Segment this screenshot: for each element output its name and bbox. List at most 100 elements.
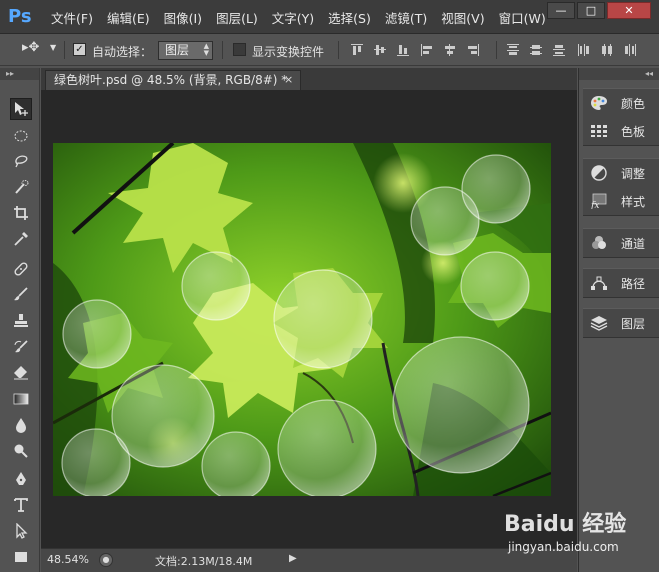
move-tool-icon: ▸✥ (22, 40, 40, 55)
show-transform-checkbox[interactable] (233, 43, 246, 56)
zoom-field[interactable]: 48.54% (47, 553, 89, 566)
show-transform-label: 显示变换控件 (252, 45, 325, 59)
menu-layer[interactable]: 图层(L) (209, 8, 265, 27)
healing-brush-tool-icon[interactable] (10, 258, 32, 280)
channels-icon (589, 233, 609, 253)
panel-styles[interactable]: fx 样式 (583, 187, 659, 215)
panel-label: 颜色 (621, 96, 646, 111)
blur-tool-icon[interactable] (10, 414, 32, 436)
panel-group-channels: 通道 (583, 228, 659, 258)
options-bar: ▸✥ ▼ ✓ 自动选择： 图层 ▲ ▼ 显示变换控件 (0, 34, 659, 66)
align-bottom-icon[interactable] (396, 43, 410, 57)
panel-label: 样式 (621, 194, 646, 209)
close-icon[interactable]: × (284, 71, 293, 89)
distribute-vertical-center-icon[interactable] (529, 43, 543, 57)
eraser-tool-icon[interactable] (10, 362, 32, 384)
crop-tool-icon[interactable] (10, 202, 32, 224)
panel-label: 通道 (621, 236, 646, 251)
green-leaves-photo (53, 143, 551, 496)
panel-group-paths: 路径 (583, 268, 659, 298)
menu-items: 文件(F) 编辑(E) 图像(I) 图层(L) 文字(Y) 选择(S) 滤镜(T… (44, 0, 553, 34)
move-tool-icon[interactable] (10, 98, 32, 120)
menu-file[interactable]: 文件(F) (44, 8, 100, 27)
color-palette-icon (589, 93, 609, 113)
close-window-button[interactable]: ✕ (607, 2, 651, 19)
distribute-bottom-icon[interactable] (552, 43, 566, 57)
maximize-button[interactable]: □ (577, 2, 605, 19)
distribute-left-icon[interactable] (577, 43, 591, 57)
panel-layers[interactable]: 图层 (583, 309, 659, 337)
dodge-tool-icon[interactable] (10, 440, 32, 462)
eyedropper-tool-icon[interactable] (10, 228, 32, 250)
marquee-tool-icon[interactable] (10, 125, 32, 147)
panel-label: 色板 (621, 124, 646, 139)
menu-select[interactable]: 选择(S) (321, 8, 378, 27)
svg-text:fx: fx (590, 201, 599, 209)
panel-channels[interactable]: 通道 (583, 229, 659, 257)
history-brush-tool-icon[interactable] (10, 336, 32, 358)
menu-edit[interactable]: 编辑(E) (100, 8, 157, 27)
divider (222, 41, 223, 59)
photoshop-logo: Ps (8, 6, 32, 27)
swatches-icon (589, 121, 609, 141)
auto-select-checkbox[interactable]: ✓ (73, 43, 86, 56)
distribute-horizontal-center-icon[interactable] (600, 43, 614, 57)
distribute-right-icon[interactable] (623, 43, 637, 57)
menu-window[interactable]: 窗口(W) (492, 8, 553, 27)
chevron-down-icon: ▼ (50, 43, 57, 52)
distribute-top-icon[interactable] (506, 43, 520, 57)
menu-bar: Ps 文件(F) 编辑(E) 图像(I) 图层(L) 文字(Y) 选择(S) 滤… (0, 0, 659, 34)
status-info-icon[interactable]: ● (99, 553, 113, 567)
rectangle-tool-icon[interactable] (10, 546, 32, 568)
align-vertical-center-icon[interactable] (373, 43, 387, 57)
panel-paths[interactable]: 路径 (583, 269, 659, 297)
auto-select-target-dropdown[interactable]: 图层 ▲ ▼ (158, 41, 213, 60)
spinner-arrows-icon: ▲ ▼ (203, 42, 209, 57)
paths-icon (589, 273, 609, 293)
panel-group-adjustments: 调整 fx 样式 (583, 158, 659, 216)
divider (338, 41, 339, 59)
tools-panel-collapse-icon[interactable]: ▸▸ (0, 68, 39, 80)
divider (496, 41, 497, 59)
menu-view[interactable]: 视图(V) (434, 8, 491, 27)
image-canvas[interactable] (53, 143, 551, 496)
adjustments-icon (589, 163, 609, 183)
minimize-button[interactable]: — (547, 2, 575, 19)
styles-fx-icon: fx (589, 191, 609, 211)
clone-stamp-tool-icon[interactable] (10, 310, 32, 332)
pen-tool-icon[interactable] (10, 468, 32, 490)
status-menu-arrow-icon[interactable]: ▶ (289, 553, 297, 564)
gradient-tool-icon[interactable] (10, 388, 32, 410)
document-area: 绿色树叶.psd @ 48.5% (背景, RGB/8#) * × (41, 68, 577, 552)
tool-preset-picker[interactable]: ▸✥ ▼ (22, 40, 60, 60)
dock-collapse-icon[interactable]: ◂◂ (579, 68, 659, 80)
lasso-tool-icon[interactable] (10, 150, 32, 172)
panel-swatches[interactable]: 色板 (583, 117, 659, 145)
document-tab-bar: 绿色树叶.psd @ 48.5% (背景, RGB/8#) * × (41, 68, 577, 90)
panel-label: 图层 (621, 316, 646, 331)
panel-dock: ◂◂ 颜色 色板 调整 fx 样式 通道 路径 图层 (578, 68, 659, 572)
menu-filter[interactable]: 滤镜(T) (378, 8, 434, 27)
layers-icon (589, 313, 609, 333)
status-bar: 48.54% ● 文档:2.13M/18.4M ▶ (41, 548, 577, 572)
panel-label: 调整 (621, 166, 646, 181)
menu-image[interactable]: 图像(I) (157, 8, 209, 27)
panel-label: 路径 (621, 276, 646, 291)
panel-group-color: 颜色 色板 (583, 88, 659, 146)
align-right-icon[interactable] (466, 43, 480, 57)
auto-select-label: 自动选择： (92, 45, 153, 59)
quick-selection-tool-icon[interactable] (10, 176, 32, 198)
dropdown-value: 图层 (165, 43, 190, 57)
document-tab[interactable]: 绿色树叶.psd @ 48.5% (背景, RGB/8#) * × (45, 70, 301, 90)
type-tool-icon[interactable] (10, 494, 32, 516)
panel-color[interactable]: 颜色 (583, 89, 659, 117)
path-selection-tool-icon[interactable] (10, 520, 32, 542)
panel-adjustments[interactable]: 调整 (583, 159, 659, 187)
document-size-info: 文档:2.13M/18.4M (155, 555, 253, 568)
menu-type[interactable]: 文字(Y) (265, 8, 321, 27)
align-horizontal-center-icon[interactable] (443, 43, 457, 57)
align-top-icon[interactable] (350, 43, 364, 57)
align-left-icon[interactable] (420, 43, 434, 57)
panel-group-layers: 图层 (583, 308, 659, 338)
brush-tool-icon[interactable] (10, 283, 32, 305)
